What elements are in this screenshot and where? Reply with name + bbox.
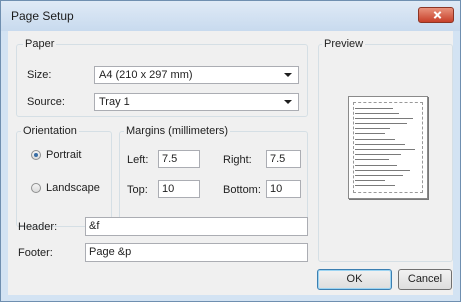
ok-button[interactable]: OK: [317, 269, 392, 290]
bottom-margin-value: 10: [270, 183, 283, 195]
preview-text-line: [355, 144, 405, 145]
footer-value: Page &p: [89, 246, 132, 258]
preview-text-line: [355, 185, 395, 186]
window-title: Page Setup: [11, 9, 74, 23]
preview-text-line: [355, 128, 390, 129]
preview-text-line: [355, 113, 399, 114]
source-select[interactable]: Tray 1: [94, 93, 299, 111]
portrait-radio[interactable]: [31, 150, 41, 160]
top-margin-label: Top:: [127, 184, 148, 196]
close-button[interactable]: [418, 7, 454, 23]
header-value: &f: [89, 220, 100, 232]
header-label: Header:: [18, 221, 58, 233]
left-margin-value: 7.5: [162, 153, 178, 165]
preview-text-line: [355, 165, 397, 166]
preview-text-line: [355, 149, 415, 150]
preview-text-line: [355, 154, 401, 155]
size-label: Size:: [27, 69, 52, 81]
chevron-down-icon: [284, 100, 292, 104]
header-input[interactable]: &f: [85, 217, 308, 236]
preview-text-line: [355, 123, 407, 124]
preview-label: Preview: [322, 38, 366, 50]
preview-text-line: [355, 108, 393, 109]
cancel-button[interactable]: Cancel: [398, 269, 452, 290]
bottom-margin-input[interactable]: 10: [266, 180, 301, 198]
top-margin-value: 10: [162, 183, 175, 195]
right-margin-input[interactable]: 7.5: [266, 150, 301, 168]
preview-text-line: [355, 118, 413, 119]
preview-group: Preview: [318, 38, 453, 262]
paper-group: Paper Size: A4 (210 x 297 mm) Source: Tr…: [16, 38, 308, 117]
landscape-radio[interactable]: [31, 183, 41, 193]
preview-text-line: [355, 139, 395, 140]
right-margin-value: 7.5: [270, 153, 286, 165]
preview-text-line: [355, 175, 403, 176]
margins-group-label: Margins (millimeters): [124, 125, 231, 137]
title-bar[interactable]: Page Setup: [1, 1, 460, 31]
orientation-group: Orientation Portrait Landscape: [16, 125, 112, 227]
size-select[interactable]: A4 (210 x 297 mm): [94, 66, 299, 84]
preview-text-line: [355, 180, 385, 181]
source-label: Source:: [27, 96, 65, 108]
dialog-body: Paper Size: A4 (210 x 297 mm) Source: Tr…: [8, 31, 453, 295]
page-setup-dialog: Page Setup Paper Size: A4 (210 x 297 mm)…: [0, 0, 461, 302]
orientation-group-label: Orientation: [21, 125, 79, 137]
footer-label: Footer:: [18, 247, 53, 259]
top-margin-input[interactable]: 10: [158, 180, 200, 198]
size-value: A4 (210 x 297 mm): [99, 69, 193, 81]
chevron-down-icon: [284, 73, 292, 77]
left-margin-input[interactable]: 7.5: [158, 150, 200, 168]
margins-group: Margins (millimeters) Left: 7.5 Right: 7…: [119, 125, 308, 227]
bottom-margin-label: Bottom:: [223, 184, 261, 196]
preview-text-line: [355, 170, 410, 171]
footer-input[interactable]: Page &p: [85, 243, 308, 262]
preview-text-line: [355, 159, 389, 160]
close-icon: [419, 8, 453, 22]
paper-group-label: Paper: [23, 38, 57, 50]
left-margin-label: Left:: [127, 154, 149, 166]
source-value: Tray 1: [99, 96, 130, 108]
preview-text-line: [355, 133, 385, 134]
right-margin-label: Right:: [223, 154, 252, 166]
landscape-label[interactable]: Landscape: [46, 182, 100, 194]
page-preview-image: [348, 96, 428, 199]
portrait-label[interactable]: Portrait: [46, 149, 81, 161]
